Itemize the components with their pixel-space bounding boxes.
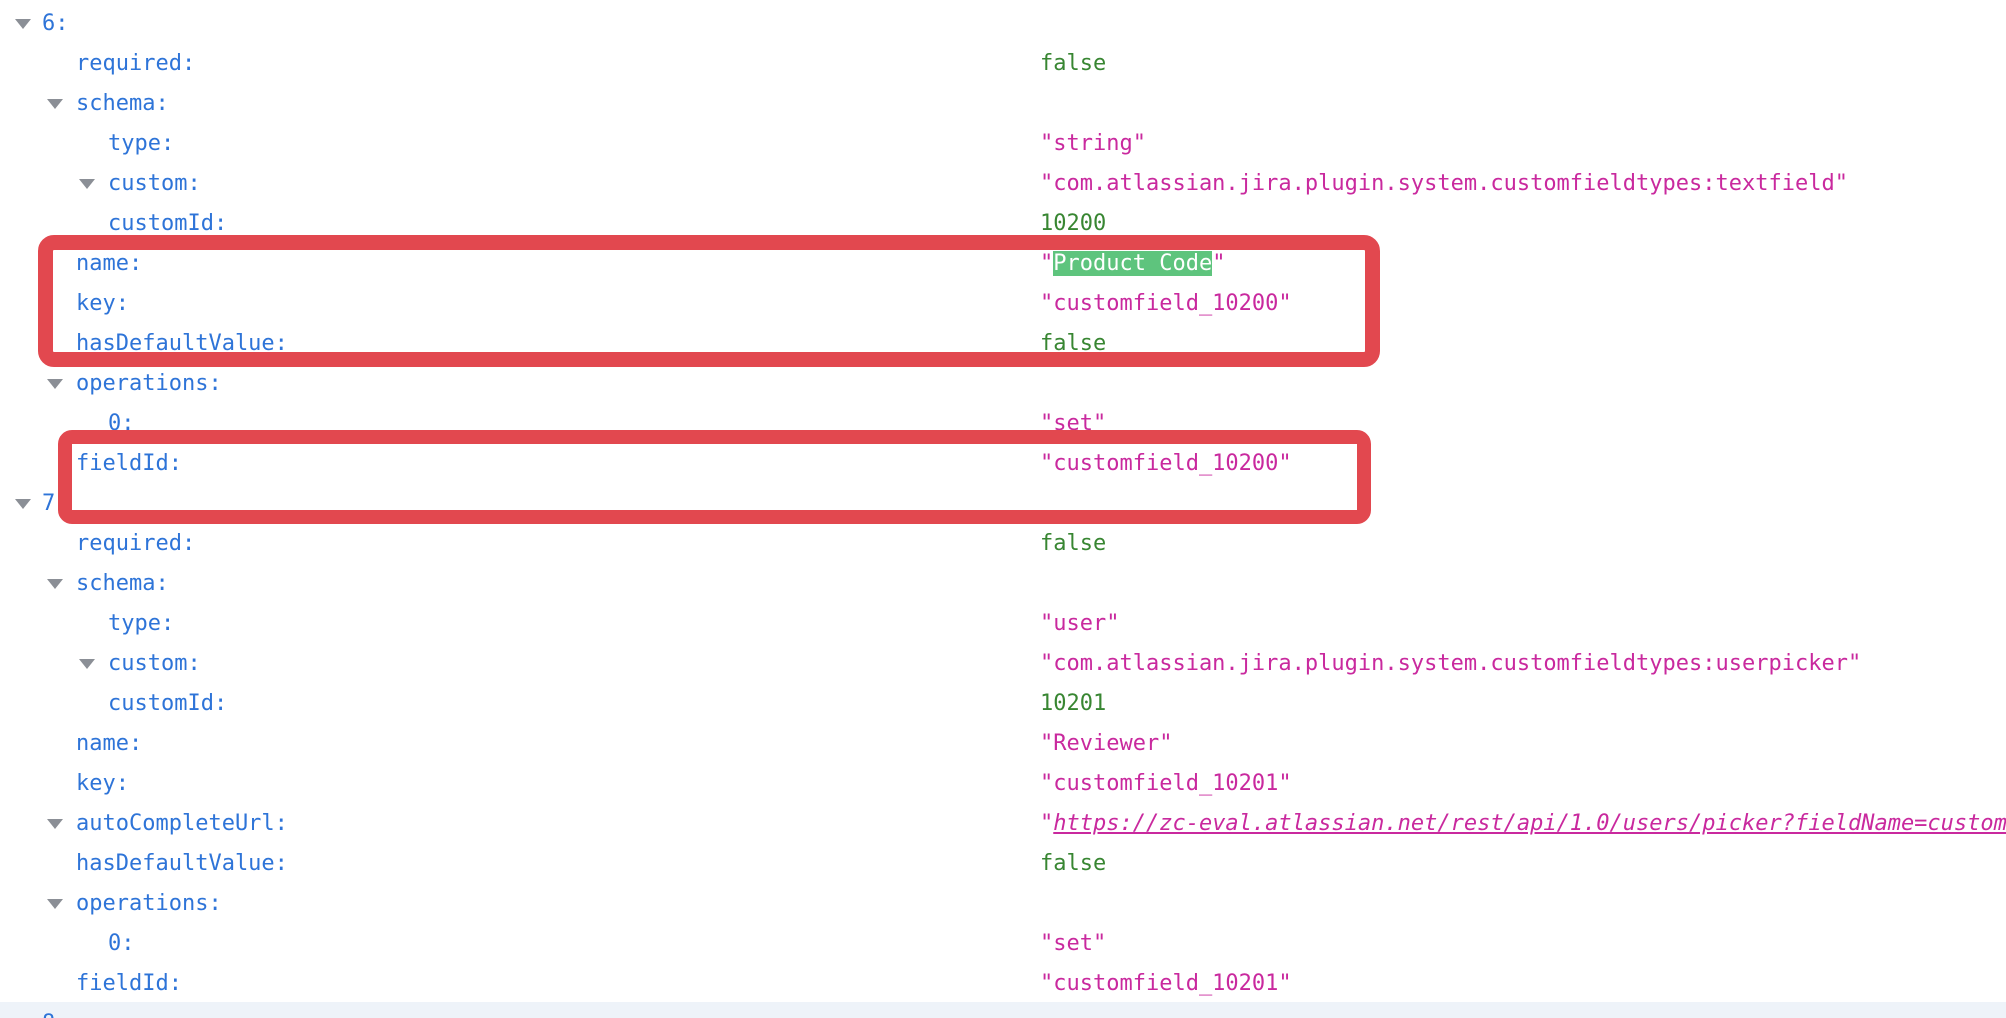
tree-row: name: "Reviewer" xyxy=(0,724,2006,764)
tree-row: schema: xyxy=(0,564,2006,604)
tree-value: "com.atlassian.jira.plugin.system.custom… xyxy=(1040,164,1848,204)
tree-key: custom: xyxy=(108,644,201,684)
tree-row: 7: xyxy=(0,484,2006,524)
tree-key: name: xyxy=(76,244,142,284)
tree-key: required: xyxy=(76,524,195,564)
tree-row: hasDefaultValue: false xyxy=(0,844,2006,884)
chevron-down-icon[interactable] xyxy=(79,659,95,669)
tree-key: 8: xyxy=(42,1004,69,1018)
tree-row: fieldId: "customfield_10200" xyxy=(0,444,2006,484)
tree-key: type: xyxy=(108,604,174,644)
tree-row: type: "string" xyxy=(0,124,2006,164)
tree-key: customId: xyxy=(108,684,227,724)
chevron-down-icon[interactable] xyxy=(15,499,31,509)
tree-row: 0: "set" xyxy=(0,924,2006,964)
chevron-down-icon[interactable] xyxy=(47,899,63,909)
tree-key: name: xyxy=(76,724,142,764)
tree-row: name: "Product Code" xyxy=(0,244,2006,284)
tree-row: key: "customfield_10201" xyxy=(0,764,2006,804)
tree-row: fieldId: "customfield_10201" xyxy=(0,964,2006,1004)
tree-value: "com.atlassian.jira.plugin.system.custom… xyxy=(1040,644,1861,684)
tree-row: autoCompleteUrl: "https://zc-eval.atlassi… xyxy=(0,804,2006,844)
tree-value: "set" xyxy=(1040,924,1106,964)
chevron-down-icon[interactable] xyxy=(15,19,31,29)
chevron-down-icon[interactable] xyxy=(79,179,95,189)
tree-row: key: "customfield_10200" xyxy=(0,284,2006,324)
tree-key: 0: xyxy=(108,924,135,964)
tree-key: key: xyxy=(76,764,129,804)
tree-value: "customfield_10200" xyxy=(1040,444,1292,484)
next-row-highlight-band: 8: xyxy=(0,1002,2006,1018)
tree-row: required: false xyxy=(0,524,2006,564)
tree-value: "customfield_10201" xyxy=(1040,764,1292,804)
tree-value: false xyxy=(1040,324,1106,364)
quote-mark: " xyxy=(1212,251,1225,276)
tree-key: 7: xyxy=(42,484,69,524)
tree-row: 0: "set" xyxy=(0,404,2006,444)
tree-row: 6: xyxy=(0,4,2006,44)
tree-row: operations: xyxy=(0,364,2006,404)
tree-row: 8: xyxy=(0,1004,2006,1018)
chevron-down-icon[interactable] xyxy=(47,819,63,829)
tree-value: 10200 xyxy=(1040,204,1106,244)
tree-row: custom: "com.atlassian.jira.plugin.system… xyxy=(0,164,2006,204)
tree-key: 0: xyxy=(108,404,135,444)
tree-value: "customfield_10200" xyxy=(1040,284,1292,324)
tree-key: operations: xyxy=(76,364,222,404)
tree-value: "Reviewer" xyxy=(1040,724,1172,764)
tree-row: required: false xyxy=(0,44,2006,84)
tree-row: custom: "com.atlassian.jira.plugin.system… xyxy=(0,644,2006,684)
tree-value: false xyxy=(1040,844,1106,884)
tree-key: key: xyxy=(76,284,129,324)
tree-key: hasDefaultValue: xyxy=(76,844,288,884)
chevron-down-icon[interactable] xyxy=(47,379,63,389)
autocomplete-url-link[interactable]: "https://zc-eval.atlassian.net/rest/api/… xyxy=(1040,804,2006,844)
tree-key: 6: xyxy=(42,4,69,44)
tree-value: false xyxy=(1040,524,1106,564)
tree-value: 10201 xyxy=(1040,684,1106,724)
tree-row: schema: xyxy=(0,84,2006,124)
tree-key: operations: xyxy=(76,884,222,924)
tree-key: fieldId: xyxy=(76,964,182,1004)
chevron-down-icon[interactable] xyxy=(47,99,63,109)
tree-row: hasDefaultValue: false xyxy=(0,324,2006,364)
tree-value: "user" xyxy=(1040,604,1119,644)
tree-key: hasDefaultValue: xyxy=(76,324,288,364)
tree-value: "customfield_10201" xyxy=(1040,964,1292,1004)
tree-value: "string" xyxy=(1040,124,1146,164)
tree-row: customId: 10200 xyxy=(0,204,2006,244)
search-highlight: Product Code xyxy=(1053,251,1212,276)
tree-key: customId: xyxy=(108,204,227,244)
tree-key: schema: xyxy=(76,564,169,604)
tree-row: type: "user" xyxy=(0,604,2006,644)
tree-key: fieldId: xyxy=(76,444,182,484)
quote-mark: " xyxy=(1040,811,1053,836)
tree-value: false xyxy=(1040,44,1106,84)
tree-row: operations: xyxy=(0,884,2006,924)
chevron-down-icon[interactable] xyxy=(47,579,63,589)
tree-row: customId: 10201 xyxy=(0,684,2006,724)
tree-key: type: xyxy=(108,124,174,164)
tree-key: schema: xyxy=(76,84,169,124)
tree-key: custom: xyxy=(108,164,201,204)
quote-mark: " xyxy=(1040,251,1053,276)
url-text: https://zc-eval.atlassian.net/rest/api/1… xyxy=(1053,811,2006,836)
json-tree-viewer: 6:required:falseschema:type:"string"cust… xyxy=(0,4,2006,1004)
tree-key: autoCompleteUrl: xyxy=(76,804,288,844)
tree-value: "Product Code" xyxy=(1040,244,1225,284)
tree-key: required: xyxy=(76,44,195,84)
tree-value: "set" xyxy=(1040,404,1106,444)
